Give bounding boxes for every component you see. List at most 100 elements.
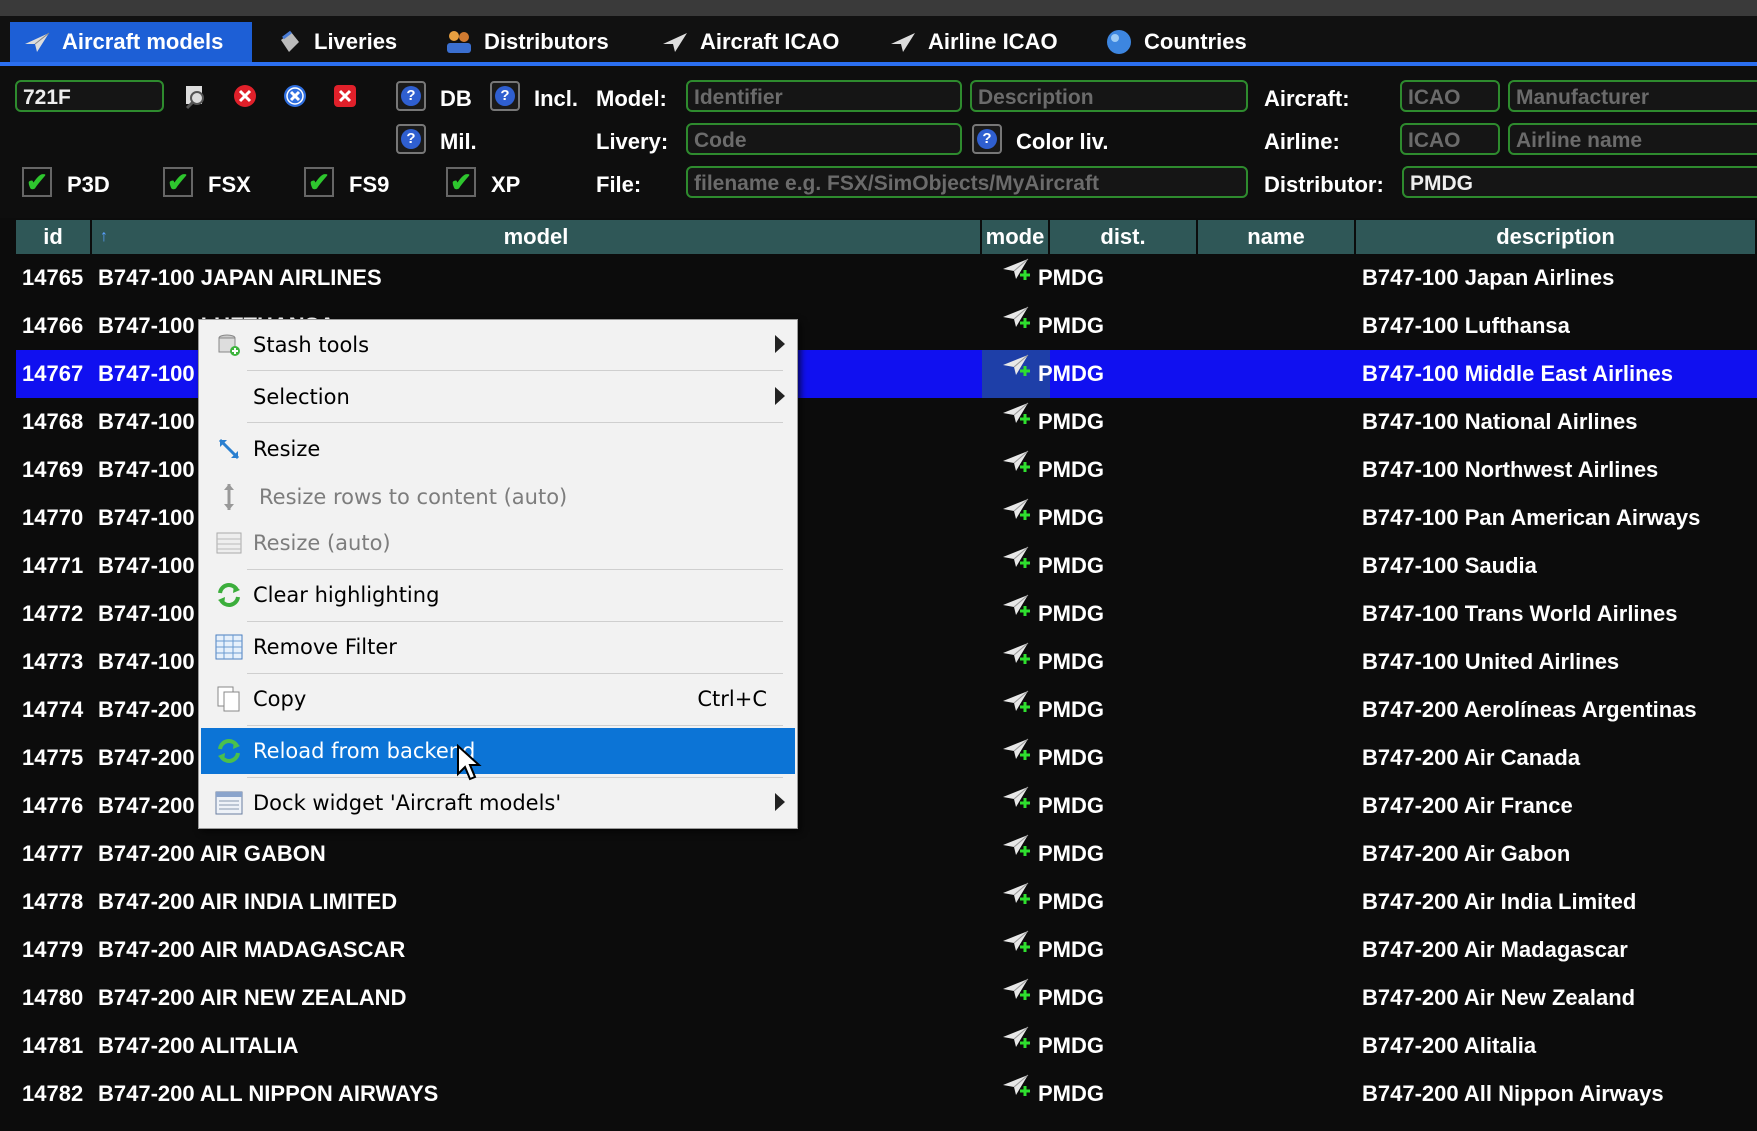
- airplane-add-icon: [1000, 926, 1032, 974]
- menu-item-dock-widget[interactable]: Dock widget 'Aircraft models': [201, 780, 795, 826]
- cell-dist: PMDG: [1038, 601, 1104, 626]
- file-label: File:: [596, 172, 642, 197]
- dock-icon: [209, 780, 249, 826]
- clear-all-icon[interactable]: [279, 80, 311, 112]
- table-row[interactable]: 14765 B747-100 JAPAN AIRLINES PMDG B747-100…: [16, 254, 1757, 302]
- reload-icon: [209, 728, 249, 774]
- table-row[interactable]: 14781 B747-200 ALITALIA PMDG B747-200 Alita…: [16, 1022, 1757, 1070]
- table-row[interactable]: 14780 B747-200 AIR NEW ZEALAND PMDG B747-20…: [16, 974, 1757, 1022]
- airplane-add-icon: [1000, 302, 1032, 350]
- airline-name-field[interactable]: Airline name: [1508, 123, 1757, 155]
- incl-help-icon[interactable]: ?: [490, 81, 520, 111]
- tab-airline-icao[interactable]: Airline ICAO: [876, 22, 1076, 62]
- tab-countries[interactable]: Countries: [1092, 22, 1282, 62]
- tab-aircraft-icao[interactable]: Aircraft ICAO: [648, 22, 858, 62]
- menu-item-resize-auto[interactable]: Resize (auto): [201, 520, 795, 566]
- column-header-mode[interactable]: mode: [982, 220, 1050, 254]
- cell-id: 14779: [22, 937, 84, 962]
- resize-icon: [209, 426, 249, 472]
- column-header-model[interactable]: ↑ model: [92, 220, 982, 254]
- column-header-model-label: model: [503, 224, 569, 249]
- fsx-checkbox[interactable]: ✔: [163, 167, 193, 197]
- file-field[interactable]: filename e.g. FSX/SimObjects/MyAircraft: [686, 166, 1248, 198]
- p3d-label: P3D: [67, 172, 110, 197]
- cell-model: B747-200 AIR INDIA LIMITED: [98, 889, 398, 914]
- db-label: DB: [440, 86, 472, 111]
- menu-item-selection[interactable]: Selection: [201, 374, 795, 420]
- airplane-icon: [22, 27, 52, 57]
- menu-item-remove-filter[interactable]: Remove Filter: [201, 624, 795, 670]
- livery-code-field[interactable]: Code: [686, 123, 962, 155]
- copy-icon: [209, 676, 249, 722]
- table-row[interactable]: 14782 B747-200 ALL NIPPON AIRWAYS PMDG B747…: [16, 1070, 1757, 1118]
- tab-distributors[interactable]: Distributors: [432, 22, 632, 62]
- airplane-add-icon: [1000, 734, 1032, 782]
- color-livery-help-icon[interactable]: ?: [972, 124, 1002, 154]
- cell-model: B747-200 AIR MADAGASCAR: [98, 937, 406, 962]
- cell-description: B747-100 Northwest Airlines: [1362, 457, 1659, 482]
- table-row[interactable]: 14778 B747-200 AIR INDIA LIMITED PMDG B747-…: [16, 878, 1757, 926]
- cell-id: 14766: [22, 313, 84, 338]
- cell-description: B747-200 Air Gabon: [1362, 841, 1571, 866]
- table-row[interactable]: 14777 B747-200 AIR GABON PMDG B747-200 Air …: [16, 830, 1757, 878]
- cell-model: B747-200 AIR NEW ZEALAND: [98, 985, 407, 1010]
- column-header-id[interactable]: id: [16, 220, 92, 254]
- distributor-field[interactable]: PMDG: [1402, 166, 1757, 198]
- menu-item-clear-highlighting[interactable]: Clear highlighting: [201, 572, 795, 618]
- airline-label: Airline:: [1264, 129, 1340, 154]
- column-header-name[interactable]: name: [1198, 220, 1356, 254]
- mil-label: Mil.: [440, 129, 477, 154]
- submenu-arrow-icon: [775, 387, 785, 405]
- menu-item-resize-rows-auto[interactable]: Resize rows to content (auto): [201, 474, 795, 520]
- model-description-field[interactable]: Description: [970, 80, 1248, 112]
- menu-separator: [247, 569, 783, 570]
- model-identifier-field[interactable]: Identifier: [686, 80, 962, 112]
- airplane-add-icon: [1000, 1022, 1032, 1070]
- airplane-add-icon: [1000, 542, 1032, 590]
- clear-filter-icon[interactable]: [229, 80, 261, 112]
- column-header-description[interactable]: description: [1356, 220, 1757, 254]
- column-header-dist[interactable]: dist.: [1050, 220, 1198, 254]
- airplane-add-icon: [1000, 494, 1032, 542]
- cell-id: 14767: [22, 361, 84, 386]
- globe-icon: [1104, 27, 1134, 57]
- mil-help-icon[interactable]: ?: [396, 124, 426, 154]
- cell-description: B747-100 Pan American Airways: [1362, 505, 1701, 530]
- airplane-add-icon: [1000, 590, 1032, 638]
- airplane-add-icon: [1000, 974, 1032, 1022]
- menu-item-stash-tools[interactable]: Stash tools: [201, 322, 795, 368]
- p3d-checkbox[interactable]: ✔: [22, 167, 52, 197]
- airplane-icon: [888, 27, 918, 57]
- cell-dist: PMDG: [1038, 409, 1104, 434]
- menu-item-resize[interactable]: Resize: [201, 426, 795, 472]
- cell-dist: PMDG: [1038, 1081, 1104, 1106]
- search-icon[interactable]: [180, 80, 212, 112]
- cell-model: B747-200 AIR GABON: [98, 841, 326, 866]
- menu-item-reload-from-backend[interactable]: Reload from backend: [201, 728, 795, 774]
- menu-separator: [247, 777, 783, 778]
- cell-dist: PMDG: [1038, 361, 1104, 386]
- airline-icao-field[interactable]: ICAO: [1400, 123, 1500, 155]
- filter-panel: 721F ? DB ? Incl. ? Mil. Model: Identifi…: [0, 66, 1757, 218]
- search-input[interactable]: 721F: [15, 80, 164, 112]
- table-row[interactable]: 14779 B747-200 AIR MADAGASCAR PMDG B747-200…: [16, 926, 1757, 974]
- tab-aircraft-models[interactable]: Aircraft models: [10, 22, 252, 62]
- aircraft-icao-field[interactable]: ICAO: [1400, 80, 1500, 112]
- xp-checkbox[interactable]: ✔: [446, 167, 476, 197]
- airplane-add-icon: [1000, 782, 1032, 830]
- menu-item-label: Reload from backend: [253, 739, 476, 763]
- cell-description: B747-200 Air Canada: [1362, 745, 1581, 770]
- db-help-icon[interactable]: ?: [396, 81, 426, 111]
- menu-item-copy[interactable]: Copy Ctrl+C: [201, 676, 795, 722]
- cell-id: 14777: [22, 841, 84, 866]
- fs9-checkbox[interactable]: ✔: [304, 167, 334, 197]
- cell-model: B747-200 ALL NIPPON AIRWAYS: [98, 1081, 439, 1106]
- delete-icon[interactable]: [329, 80, 361, 112]
- cell-id: 14782: [22, 1081, 84, 1106]
- menu-item-label: Dock widget 'Aircraft models': [253, 791, 562, 815]
- tab-liveries[interactable]: Liveries: [262, 22, 422, 62]
- cell-id: 14771: [22, 553, 84, 578]
- cell-id: 14778: [22, 889, 84, 914]
- menu-separator: [247, 370, 783, 371]
- aircraft-manufacturer-field[interactable]: Manufacturer: [1508, 80, 1757, 112]
